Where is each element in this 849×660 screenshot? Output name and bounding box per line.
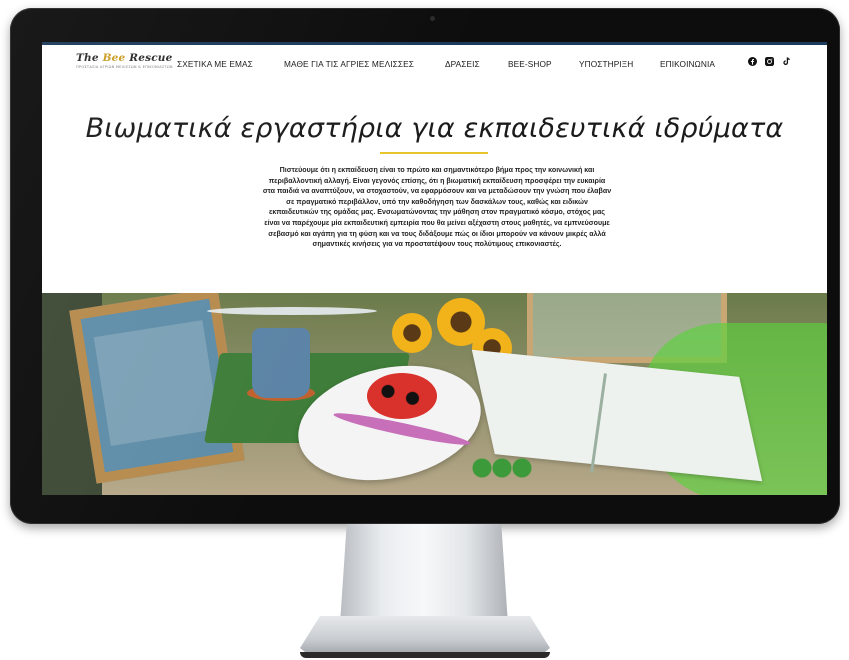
- facebook-icon[interactable]: [748, 57, 757, 66]
- top-navigation: The Bee Rescue ΠΡΟΣΤΑΣΙΑ ΑΓΡΙΩΝ ΜΕΛΙΣΣΩΝ…: [42, 45, 827, 83]
- page-title: Βιωματικά εργαστήρια για εκπαιδευτικά ιδ…: [85, 113, 784, 144]
- logo-text-bee: Bee: [102, 52, 126, 64]
- logo-text-the: The: [76, 52, 103, 64]
- social-links: [748, 57, 791, 66]
- photo-ladybug-toy: [367, 373, 437, 419]
- nav-item-about[interactable]: ΣΧΕΤΙΚΑ ΜΕ ΕΜΑΣ: [177, 59, 253, 69]
- title-underline: [380, 152, 488, 154]
- monitor-stand-neck: [340, 524, 508, 624]
- nav-item-bee-shop[interactable]: BEE-SHOP: [508, 59, 552, 69]
- hero-photo: [42, 293, 827, 495]
- photo-blue-pot: [252, 328, 310, 398]
- photo-green-balls: [472, 458, 532, 478]
- photo-dragonfly: [207, 307, 377, 315]
- photo-sunflower: [392, 313, 432, 353]
- monitor-stand-edge: [300, 652, 550, 658]
- webcam: [430, 16, 435, 21]
- intro-paragraph: Πιστεύουμε ότι η εκπαίδευση είναι το πρώ…: [262, 166, 612, 249]
- monitor-stand-base: [300, 616, 550, 656]
- logo-wordmark: The Bee Rescue: [76, 52, 172, 64]
- logo-text-rescue: Rescue: [125, 52, 173, 64]
- nav-item-contact[interactable]: ΕΠΙΚΟΙΝΩΝΙΑ: [660, 59, 715, 69]
- instagram-icon[interactable]: [765, 57, 774, 66]
- nav-item-actions[interactable]: ΔΡΑΣΕΙΣ: [445, 59, 480, 69]
- nav-item-learn-wild-bees[interactable]: ΜΑΘΕ ΓΙΑ ΤΙΣ ΑΓΡΙΕΣ ΜΕΛΙΣΣΕΣ: [284, 59, 414, 69]
- nav-item-support[interactable]: ΥΠΟΣΤΗΡΙΞΗ: [579, 59, 633, 69]
- site-logo[interactable]: The Bee Rescue ΠΡΟΣΤΑΣΙΑ ΑΓΡΙΩΝ ΜΕΛΙΣΣΩΝ…: [76, 52, 173, 69]
- tiktok-icon[interactable]: [782, 57, 791, 66]
- logo-tagline: ΠΡΟΣΤΑΣΙΑ ΑΓΡΙΩΝ ΜΕΛΙΣΣΩΝ & ΕΠΙΚΟΝΙΑΣΤΩΝ: [76, 65, 173, 69]
- website-screen: The Bee Rescue ΠΡΟΣΤΑΣΙΑ ΑΓΡΙΩΝ ΜΕΛΙΣΣΩΝ…: [42, 42, 827, 495]
- monitor-bezel: The Bee Rescue ΠΡΟΣΤΑΣΙΑ ΑΓΡΙΩΝ ΜΕΛΙΣΣΩΝ…: [10, 8, 840, 524]
